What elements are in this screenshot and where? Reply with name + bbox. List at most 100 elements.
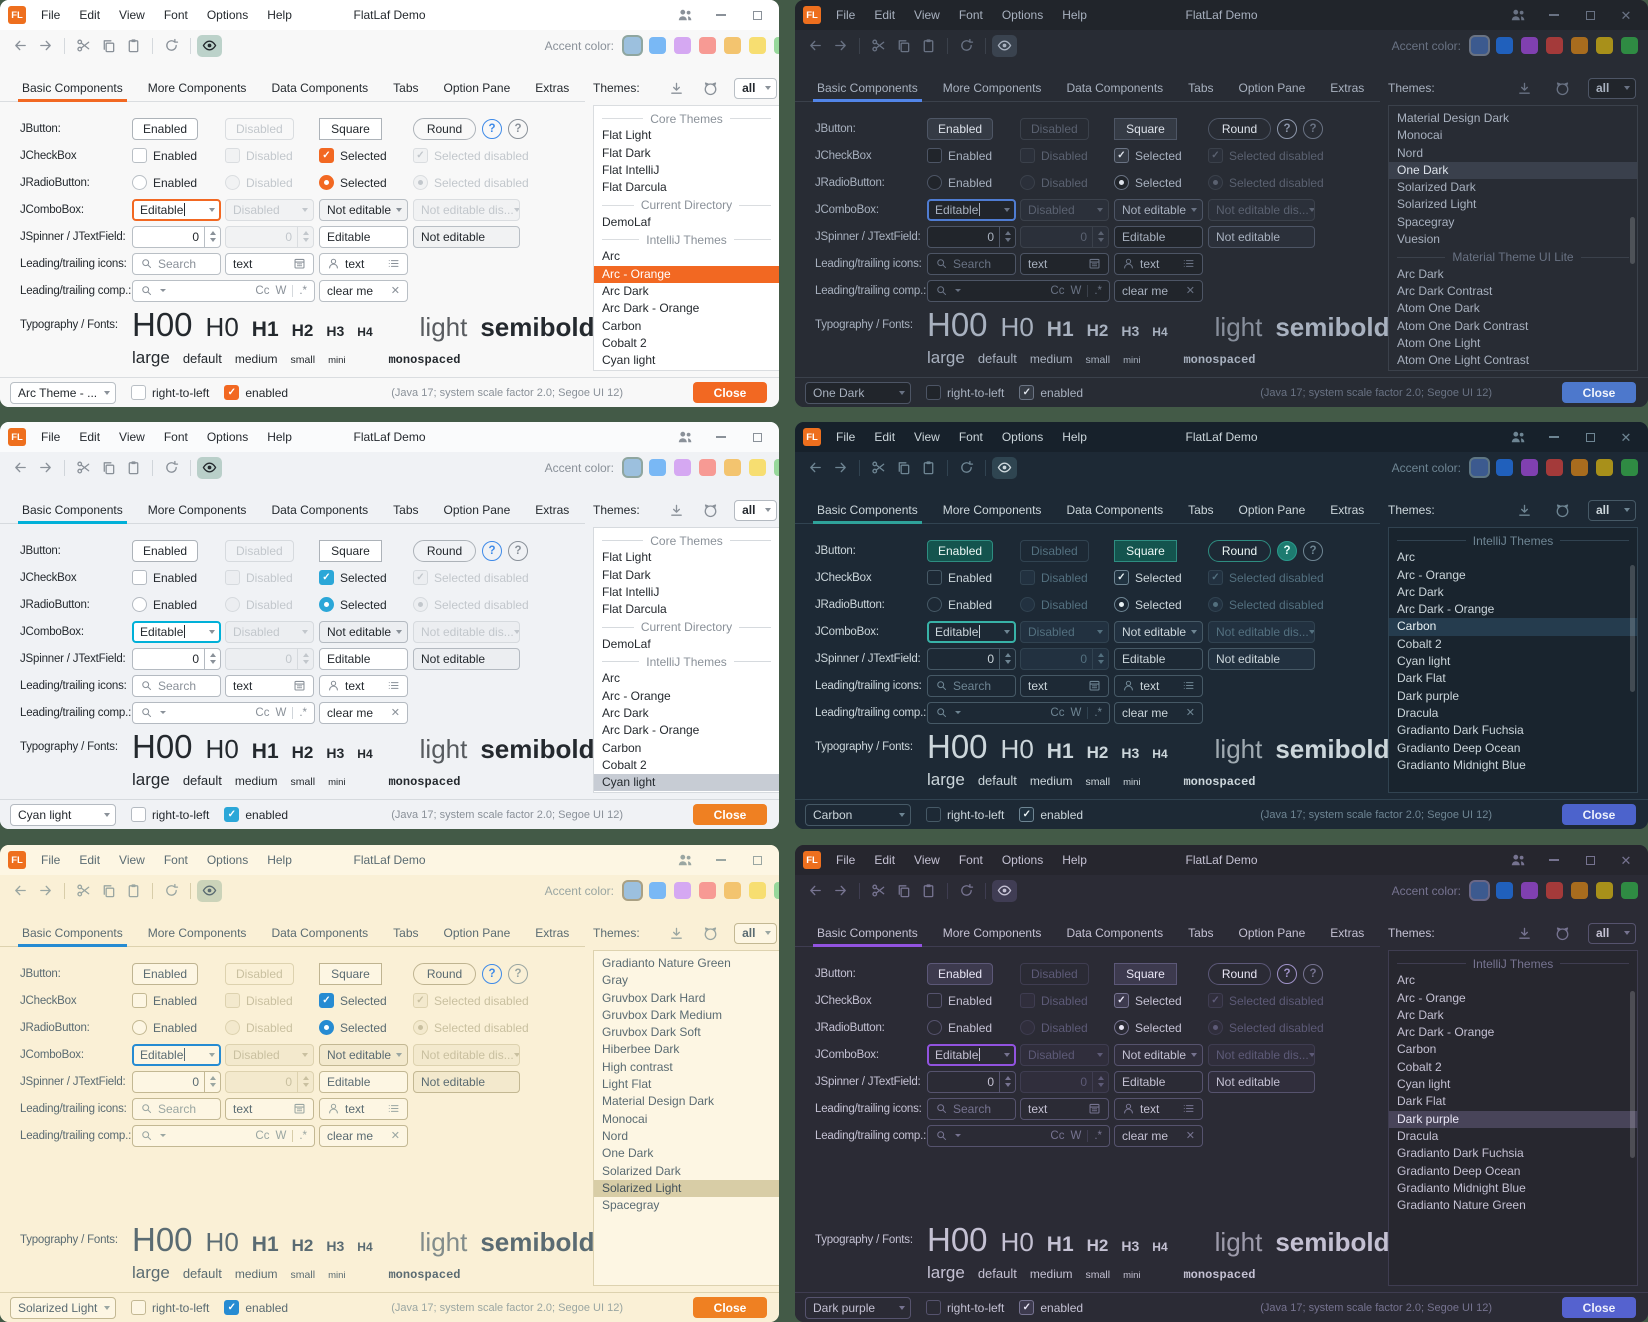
show-hover-icon[interactable] [197,880,222,902]
radio-selected[interactable]: Selected [319,1020,387,1035]
user-input[interactable]: text [1114,253,1203,275]
accent-swatch[interactable] [624,459,641,476]
accent-swatch[interactable] [1596,37,1613,54]
menu-font[interactable]: Font [164,853,188,867]
menu-file[interactable]: File [41,430,60,444]
theme-combobox[interactable]: Solarized Light [10,1297,116,1319]
menu-help[interactable]: Help [267,8,292,22]
theme-list-item[interactable]: Cobalt 2 [594,757,779,774]
tab-basic-components[interactable]: Basic Components [815,74,920,101]
help-button-disabled[interactable]: ? [1303,541,1323,561]
close-button[interactable]: Close [693,382,767,403]
clear-icon[interactable]: ✕ [391,284,400,297]
refresh-icon[interactable] [954,35,979,57]
paste-icon[interactable] [121,35,146,57]
menu-font[interactable]: Font [164,430,188,444]
editable-combobox[interactable]: Editable [927,1044,1016,1066]
enabled-button[interactable]: Enabled [132,963,198,985]
date-input[interactable]: text [1020,1098,1109,1120]
menu-font[interactable]: Font [959,853,983,867]
square-button[interactable]: Square [1114,540,1177,562]
clear-icon[interactable]: ✕ [391,706,400,719]
right-to-left-checkbox[interactable]: ✓right-to-left [131,807,209,822]
close-window-button[interactable]: ✕ [1608,424,1644,450]
show-hover-icon[interactable] [992,880,1017,902]
search-input[interactable]: Search [132,675,221,697]
help-button-disabled[interactable]: ? [508,119,528,139]
editable-textfield[interactable]: Editable [1114,1071,1203,1093]
tab-tabs[interactable]: Tabs [1186,919,1215,946]
tab-more-components[interactable]: More Components [146,74,249,101]
accent-swatch[interactable] [1496,459,1513,476]
editable-textfield[interactable]: Editable [319,226,408,248]
square-button[interactable]: Square [1114,963,1177,985]
editable-textfield[interactable]: Editable [1114,648,1203,670]
minimize-button[interactable] [703,424,739,450]
round-button[interactable]: Round [413,540,476,562]
search-dropdown-icon[interactable] [140,706,153,719]
tab-extras[interactable]: Extras [1328,496,1366,523]
close-window-button[interactable]: ✕ [1608,847,1644,873]
theme-list-item[interactable]: Flat IntelliJ [594,162,779,179]
accent-swatch[interactable] [1471,459,1488,476]
help-button-disabled[interactable]: ? [508,541,528,561]
theme-combobox[interactable]: Arc Theme - ... [10,382,116,404]
accent-swatch[interactable] [774,459,779,476]
regex-button[interactable]: .* [299,707,307,719]
menu-edit[interactable]: Edit [79,8,100,22]
theme-list-item[interactable]: Arc Dark [1389,584,1637,601]
theme-list-item[interactable]: Solarized Dark [1389,179,1637,196]
scrollbar-thumb[interactable] [1630,991,1635,1158]
clear-icon[interactable]: ✕ [1186,706,1195,719]
accent-swatch[interactable] [624,882,641,899]
calendar-icon[interactable] [1088,257,1101,270]
users-icon[interactable] [1500,847,1536,873]
checkbox-enabled[interactable]: ✓Enabled [927,570,992,585]
tab-data-components[interactable]: Data Components [269,919,370,946]
radio-enabled[interactable]: Enabled [927,597,992,612]
theme-list-item[interactable]: Arc [594,670,779,687]
theme-list-item[interactable]: Gradianto Deep Ocean [1389,740,1637,757]
back-icon[interactable] [8,457,33,479]
theme-combobox[interactable]: Cyan light [10,804,116,826]
theme-list-item[interactable]: Flat IntelliJ [594,584,779,601]
theme-list-item[interactable]: Carbon [1389,618,1637,635]
theme-list-item[interactable]: Gradianto Dark Fuchsia [1389,1145,1637,1162]
tab-option-pane[interactable]: Option Pane [1237,919,1308,946]
accent-swatch[interactable] [1521,37,1538,54]
enabled-button[interactable]: Enabled [132,118,198,140]
list-icon[interactable] [1182,1102,1195,1115]
editable-combobox[interactable]: Editable [927,199,1016,221]
regex-button[interactable]: .* [1094,1130,1102,1142]
menu-font[interactable]: Font [164,8,188,22]
tab-basic-components[interactable]: Basic Components [20,919,125,946]
copy-icon[interactable] [891,35,916,57]
regex-button[interactable]: .* [1094,707,1102,719]
theme-list-item[interactable]: Cobalt 2 [1389,636,1637,653]
accent-swatch[interactable] [1571,37,1588,54]
theme-combobox[interactable]: Dark purple [805,1297,911,1319]
theme-list-item[interactable]: Dracula [1389,1128,1637,1145]
help-button[interactable]: ? [482,119,502,139]
checkbox-selected[interactable]: ✓Selected [319,570,387,585]
tab-tabs[interactable]: Tabs [391,919,420,946]
maximize-button[interactable] [739,424,775,450]
round-button[interactable]: Round [1208,118,1271,140]
theme-list-item[interactable]: Gradianto Midnight Blue [1389,757,1637,774]
user-input[interactable]: text [1114,1098,1203,1120]
spinner-buttons[interactable] [204,1072,220,1092]
theme-list-item[interactable]: Nord [594,1128,779,1145]
search-input[interactable]: Search [927,1098,1016,1120]
clearable-input[interactable]: clear me✕ [319,1125,408,1147]
theme-list-item[interactable]: Arc Dark [1389,266,1637,283]
theme-list-item[interactable]: Gray [594,972,779,989]
calendar-icon[interactable] [293,679,306,692]
github-icon[interactable] [1550,922,1575,944]
close-button[interactable]: Close [693,1297,767,1318]
menu-edit[interactable]: Edit [79,430,100,444]
accent-swatch[interactable] [699,459,716,476]
tab-extras[interactable]: Extras [1328,74,1366,101]
search-with-options-input[interactable]: Cc W .* [132,280,315,302]
help-button-disabled[interactable]: ? [1303,119,1323,139]
clearable-input[interactable]: clear me✕ [1114,1125,1203,1147]
